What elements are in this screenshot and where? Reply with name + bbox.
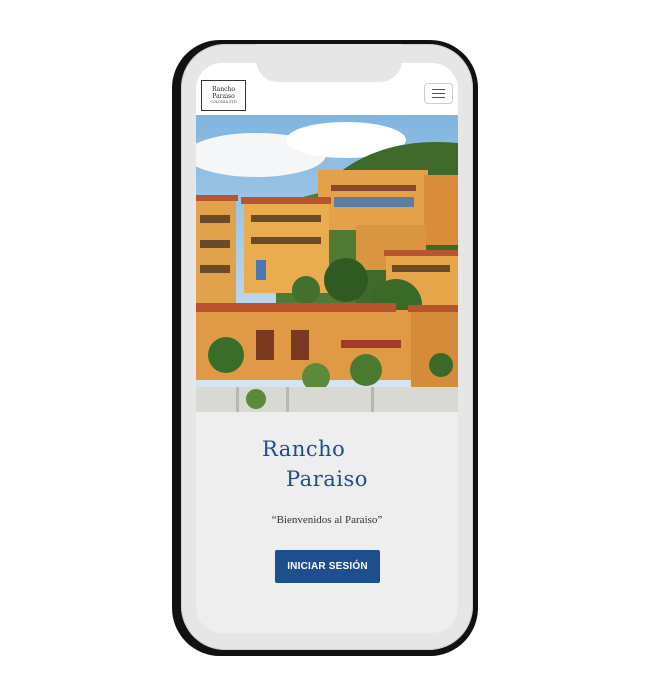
- hamburger-icon[interactable]: [424, 83, 453, 104]
- phone-screen: Rancho Paraiso COLONIA STD Rancho Parais…: [196, 63, 458, 633]
- phone-notch: [256, 44, 402, 82]
- tagline: “Bienvenidos al Paraiso”: [271, 514, 383, 526]
- logo-text-line3: COLONIA STD: [210, 100, 237, 104]
- brand-word-paraiso: Paraiso: [286, 467, 368, 491]
- logo-text-line2: Paraiso: [212, 93, 235, 100]
- brand-word-rancho: Rancho: [262, 437, 346, 461]
- hero-image: [196, 115, 458, 412]
- site-logo[interactable]: Rancho Paraiso COLONIA STD: [201, 80, 246, 111]
- logo-text-line1: Rancho: [212, 86, 235, 93]
- brand-wordmark: Rancho Paraiso: [262, 437, 402, 507]
- login-button[interactable]: INICIAR SESIÓN: [275, 550, 380, 583]
- hillside-villas-photo: [196, 115, 458, 412]
